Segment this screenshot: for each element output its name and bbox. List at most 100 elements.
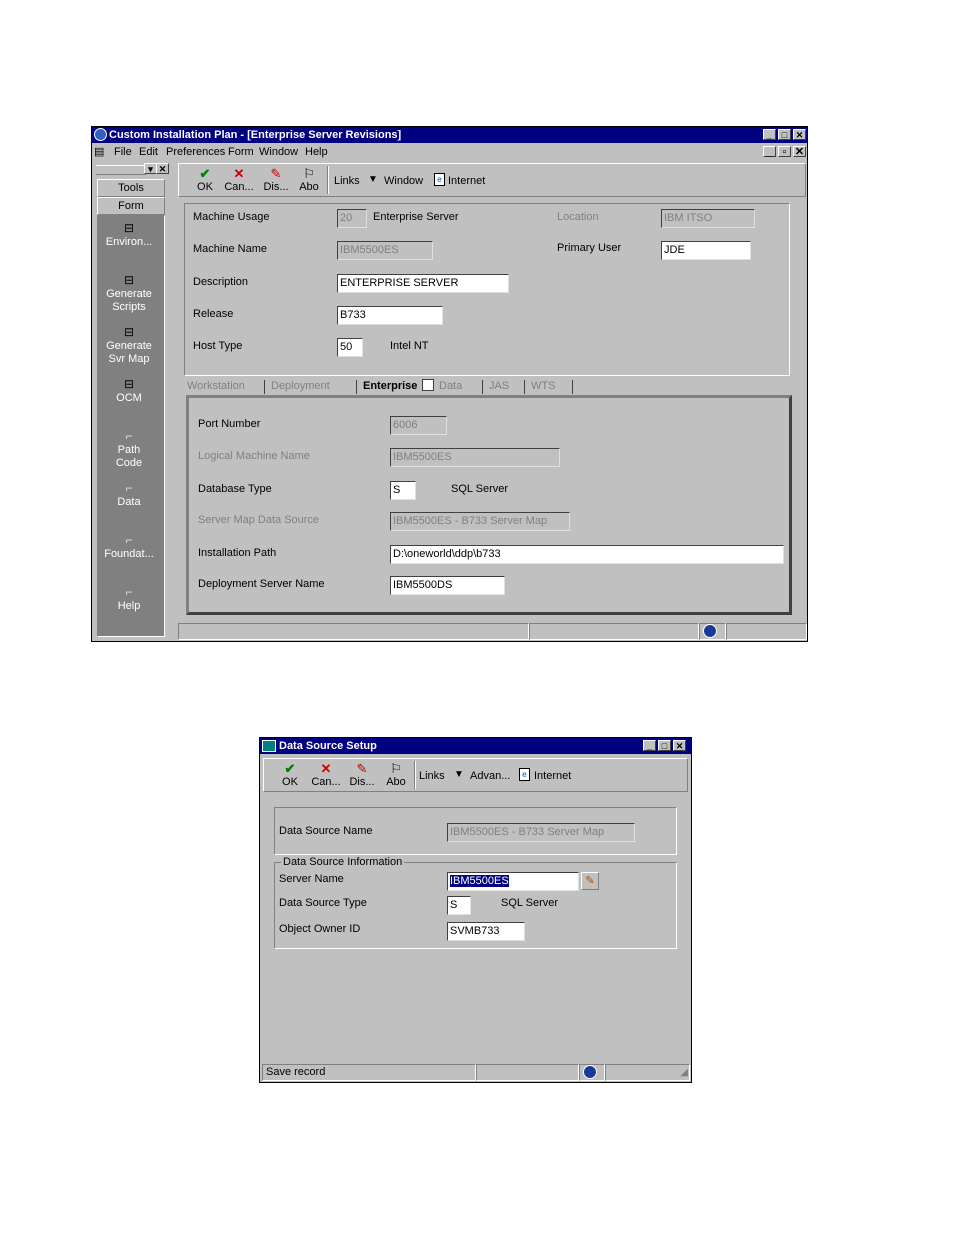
internet-link[interactable]: Internet bbox=[534, 770, 571, 782]
app-icon bbox=[262, 740, 276, 752]
deployment-server-name-field[interactable]: IBM5500DS bbox=[390, 576, 505, 595]
x-icon: ✕ bbox=[320, 761, 332, 776]
about-button[interactable]: ⚐ Abo bbox=[383, 761, 409, 789]
status-message: Save record bbox=[262, 1064, 476, 1081]
tab-deployment[interactable]: Deployment bbox=[268, 378, 333, 394]
maximize-icon[interactable]: □ bbox=[658, 740, 671, 751]
form-button[interactable]: Form bbox=[97, 197, 165, 215]
tools-button[interactable]: Tools bbox=[97, 179, 165, 197]
tab-divider bbox=[264, 380, 265, 394]
display-errors-button[interactable]: ✎ Dis... bbox=[347, 762, 377, 789]
database-type-description: SQL Server bbox=[451, 483, 509, 495]
window-dropdown-icon[interactable]: ▼ bbox=[368, 174, 378, 185]
data-source-type-description: SQL Server bbox=[501, 897, 559, 909]
host-type-label: Host Type bbox=[193, 340, 243, 352]
location-label: Location bbox=[557, 211, 599, 223]
menu-file[interactable]: File bbox=[114, 146, 132, 158]
internet-link[interactable]: Internet bbox=[448, 175, 485, 187]
child-minimize-icon[interactable]: _ bbox=[763, 146, 776, 158]
menu-preferences[interactable]: Preferences bbox=[166, 146, 225, 158]
close-icon[interactable]: ✕ bbox=[793, 129, 806, 140]
maximize-icon[interactable]: □ bbox=[778, 129, 791, 140]
ok-button[interactable]: ✔ OK bbox=[278, 762, 302, 789]
tab-enterprise[interactable]: Enterprise bbox=[360, 378, 421, 394]
ok-button[interactable]: ✔ OK bbox=[193, 167, 217, 194]
menu-form[interactable]: Form bbox=[228, 146, 254, 158]
tab-workstation[interactable]: Workstation bbox=[184, 378, 248, 394]
pushpin-icon: ✎ bbox=[270, 166, 282, 181]
sidebar-item-help[interactable]: ⌐ Help bbox=[98, 586, 160, 613]
data-source-information-group: Data Source Information Server Name IBM5… bbox=[274, 856, 677, 949]
advanced-dropdown-icon[interactable]: ▼ bbox=[454, 769, 464, 780]
child-restore-icon[interactable]: ▫ bbox=[778, 146, 791, 158]
child-close-icon[interactable]: ✕ bbox=[793, 146, 806, 158]
release-field[interactable]: B733 bbox=[337, 306, 443, 325]
links-menu[interactable]: Links bbox=[334, 175, 360, 187]
sidebar-item-ocm[interactable]: ⊟ OCM bbox=[98, 378, 160, 405]
exit-tree-icon: ⊟ bbox=[123, 273, 135, 287]
exit-tree-icon: ⊟ bbox=[123, 325, 135, 339]
sidebar-item-foundation[interactable]: ⌐ Foundat... bbox=[98, 534, 160, 561]
sidebar-item-environ[interactable]: ⊟ Environ... bbox=[98, 222, 160, 249]
help-pointer-icon: ⚐ bbox=[390, 761, 402, 776]
host-type-field[interactable]: 50 bbox=[337, 338, 363, 357]
release-label: Release bbox=[193, 308, 234, 320]
toolbar: ✔ OK ✕ Can... ✎ Dis... ⚐ Abo Links ▼ Win… bbox=[178, 163, 806, 197]
menu-window[interactable]: Window bbox=[259, 146, 298, 158]
data-source-type-field[interactable]: S bbox=[447, 896, 471, 915]
cancel-button[interactable]: ✕ Can... bbox=[223, 167, 255, 194]
tab-jas[interactable]: JAS bbox=[486, 378, 512, 394]
cancel-button[interactable]: ✕ Can... bbox=[310, 761, 342, 789]
minimize-icon[interactable]: _ bbox=[763, 129, 776, 140]
exit-form-icon: ⌐ bbox=[125, 429, 133, 443]
server-name-selected-text: IBM5500ES bbox=[450, 875, 509, 887]
sidebar-item-generate-svr-map[interactable]: ⊟ Generate Svr Map bbox=[98, 326, 160, 366]
tab-data[interactable]: Data bbox=[436, 378, 465, 394]
status-pane-globe bbox=[579, 1064, 605, 1081]
tab-wts[interactable]: WTS bbox=[528, 378, 558, 394]
search-visual-assist-icon[interactable]: ✎ bbox=[581, 872, 599, 890]
port-number-label: Port Number bbox=[198, 418, 261, 430]
about-button[interactable]: ⚐ Abo bbox=[296, 167, 322, 194]
data-source-name-group: Data Source Name IBM5500ES - B733 Server… bbox=[274, 807, 677, 855]
title-bar[interactable]: Custom Installation Plan - [Enterprise S… bbox=[92, 127, 807, 143]
title-bar[interactable]: Data Source Setup _ □ ✕ bbox=[260, 738, 691, 754]
exit-form-icon: ⌐ bbox=[125, 585, 133, 599]
menu-edit[interactable]: Edit bbox=[139, 146, 158, 158]
sidebar-item-data[interactable]: ⌐ Data bbox=[98, 482, 160, 509]
window-title: Data Source Setup bbox=[279, 740, 377, 752]
description-field[interactable]: ENTERPRISE SERVER bbox=[337, 274, 509, 293]
advanced-menu[interactable]: Advan... bbox=[470, 770, 510, 782]
links-menu[interactable]: Links bbox=[419, 770, 445, 782]
exit-bar-close-icon[interactable]: ✕ bbox=[156, 163, 169, 174]
server-name-field[interactable]: IBM5500ES bbox=[447, 872, 579, 891]
custom-installation-plan-window: Custom Installation Plan - [Enterprise S… bbox=[91, 126, 808, 642]
server-map-data-source-label: Server Map Data Source bbox=[198, 514, 320, 526]
menu-help[interactable]: Help bbox=[305, 146, 328, 158]
sidebar-item-generate-scripts[interactable]: ⊟ Generate Scripts bbox=[98, 274, 160, 314]
resize-grip-icon[interactable]: ◢ bbox=[680, 1065, 688, 1080]
display-errors-button[interactable]: ✎ Dis... bbox=[261, 166, 291, 194]
deployment-server-name-label: Deployment Server Name bbox=[198, 578, 325, 590]
installation-path-label: Installation Path bbox=[198, 547, 277, 559]
sidebar-item-path-code[interactable]: ⌐ Path Code bbox=[98, 430, 160, 470]
tab-strip: Workstation Deployment Enterprise Data J… bbox=[184, 378, 790, 395]
exit-form-icon: ⌐ bbox=[125, 533, 133, 547]
logical-machine-name-label: Logical Machine Name bbox=[198, 450, 310, 462]
group-title: Data Source Information bbox=[281, 856, 405, 868]
installation-path-field[interactable]: D:\oneworld\ddp\b733 bbox=[390, 545, 784, 564]
server-name-label: Server Name bbox=[279, 873, 344, 885]
minimize-icon[interactable]: _ bbox=[643, 740, 656, 751]
tab-divider bbox=[524, 380, 525, 394]
exit-bar-grip[interactable] bbox=[96, 165, 146, 175]
primary-user-field[interactable]: JDE bbox=[661, 241, 751, 260]
window-menu[interactable]: Window bbox=[384, 175, 423, 187]
machine-usage-field: 20 bbox=[337, 209, 367, 228]
machine-usage-label: Machine Usage bbox=[193, 211, 270, 223]
object-owner-id-field[interactable]: SVMB733 bbox=[447, 922, 525, 941]
primary-user-label: Primary User bbox=[557, 242, 622, 254]
status-pane-globe bbox=[699, 623, 726, 640]
description-label: Description bbox=[193, 276, 249, 288]
database-type-field[interactable]: S bbox=[390, 481, 416, 500]
close-icon[interactable]: ✕ bbox=[673, 740, 686, 751]
